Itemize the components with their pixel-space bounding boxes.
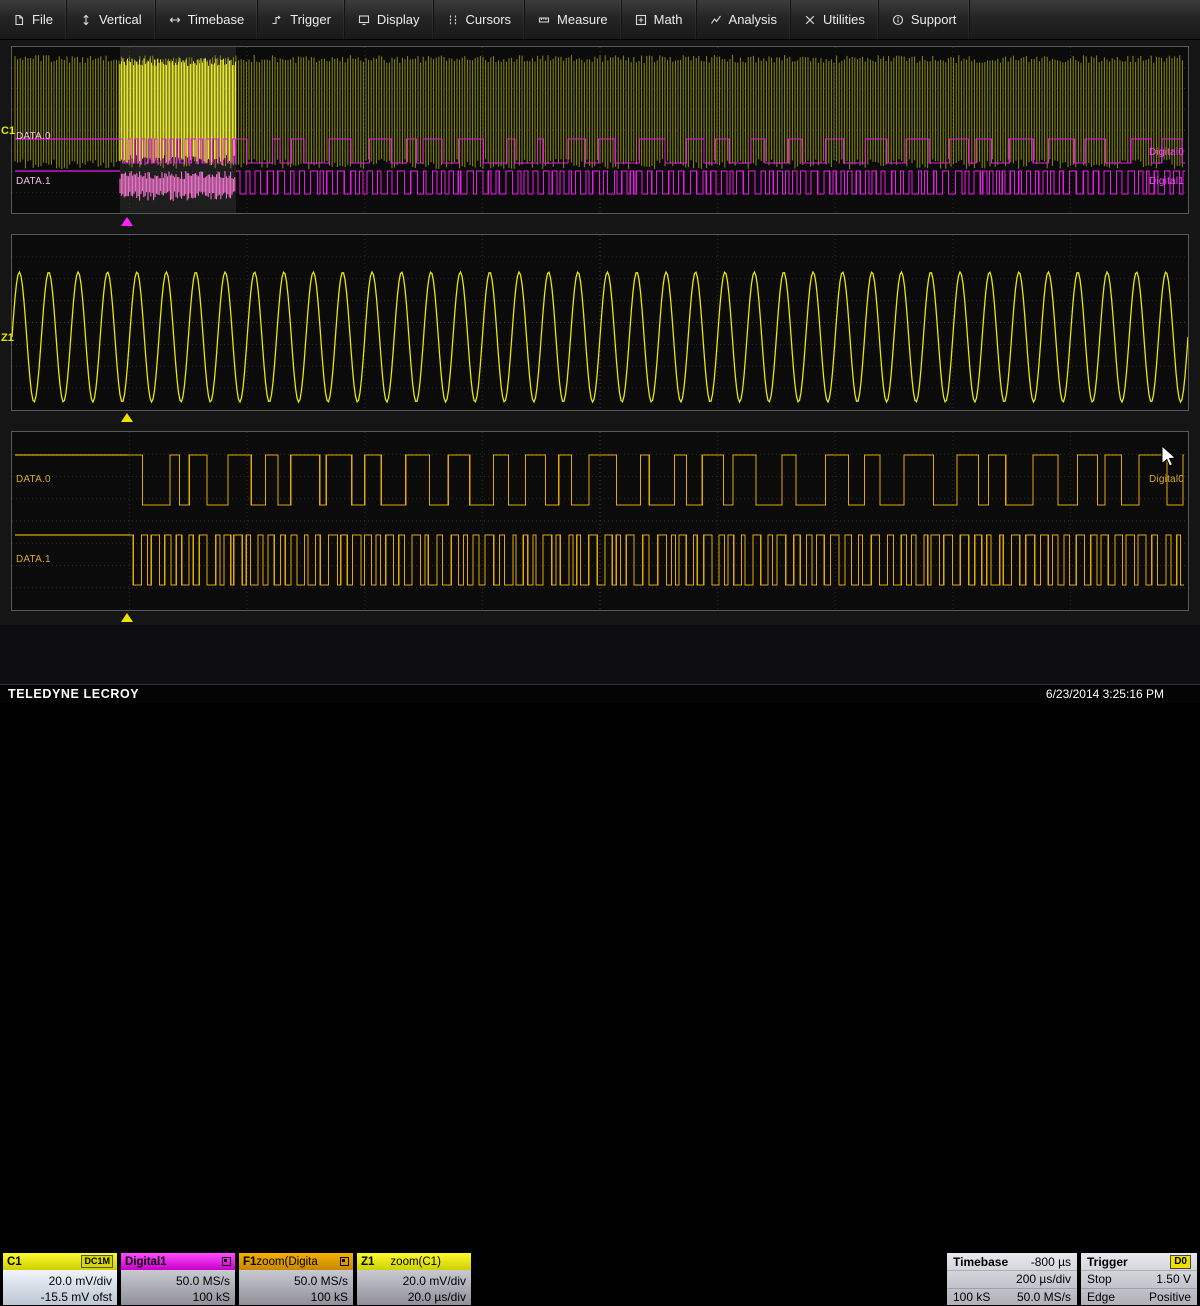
zoom-source-icon	[340, 1257, 349, 1266]
menu-cursors[interactable]: Cursors	[434, 0, 526, 39]
menu-label: Vertical	[98, 12, 142, 27]
f1-rate: 50.0 MS/s	[293, 1274, 348, 1288]
trigger-mode: Stop	[1087, 1272, 1112, 1287]
menu-analysis[interactable]: Analysis	[697, 0, 791, 39]
z1-descriptor[interactable]: Z1 zoom(C1) 20.0 mV/div 20.0 µs/div	[356, 1252, 472, 1306]
c1-vdiv: 20.0 mV/div	[48, 1274, 112, 1288]
menu-label: Trigger	[290, 12, 331, 27]
trigger-position-marker[interactable]	[121, 217, 133, 226]
trigger-source-badge: D0	[1170, 1254, 1191, 1269]
trigger-icon	[271, 14, 283, 26]
f1-samples: 100 kS	[310, 1290, 348, 1304]
cursors-icon	[447, 14, 459, 26]
digital0-label: Digital0	[1149, 147, 1184, 158]
c1-offset: -15.5 mV ofst	[40, 1290, 112, 1304]
menu-display[interactable]: Display	[345, 0, 434, 39]
c1-and-digital-waveforms	[12, 47, 1188, 213]
digital1-rate: 50.0 MS/s	[175, 1274, 230, 1288]
c1-channel-marker[interactable]: C1	[1, 125, 15, 137]
menu-bar: File Vertical Timebase Trigger Display C…	[0, 0, 1200, 40]
menu-timebase[interactable]: Timebase	[156, 0, 259, 39]
data1-label: DATA.1	[16, 176, 51, 187]
descriptor-strip: C1 DC1M 20.0 mV/div -15.5 mV ofst Digita…	[0, 625, 1200, 1306]
trigger-type: Edge	[1087, 1289, 1116, 1304]
math-icon	[635, 14, 647, 26]
z1-title: Z1	[361, 1255, 375, 1268]
timebase-title: Timebase	[953, 1254, 1009, 1269]
measure-icon	[538, 14, 550, 26]
timebase-samples: 100 kS	[953, 1289, 991, 1304]
digital0-label: Digital0	[1149, 474, 1184, 485]
f1-title-suffix: zoom(Digita	[256, 1255, 318, 1268]
trigger-slope: Positive	[1148, 1289, 1191, 1304]
digital1-label: Digital1	[1149, 176, 1184, 187]
menu-measure[interactable]: Measure	[525, 0, 622, 39]
digital1-title: Digital1	[125, 1255, 167, 1268]
menu-label: Math	[653, 12, 683, 27]
data1-label: DATA.1	[16, 554, 51, 565]
menu-utilities[interactable]: Utilities	[791, 0, 879, 39]
datetime-display: 6/23/2014 3:25:16 PM	[1045, 687, 1164, 701]
teledyne-lecroy-logo: TELEDYNE LECROY	[8, 687, 140, 701]
menu-trigger[interactable]: Trigger	[258, 0, 345, 39]
z1-tdiv: 20.0 µs/div	[407, 1290, 466, 1304]
menu-label: File	[32, 12, 53, 27]
utilities-icon	[804, 14, 816, 26]
data0-label: DATA.0	[16, 474, 51, 485]
waveform-grid-zoom-digital[interactable]: DATA.0 Digital0 DATA.1	[11, 431, 1189, 611]
menu-file[interactable]: File	[0, 0, 67, 39]
c1-coupling-badge: DC1M	[81, 1255, 113, 1268]
f1-title: F1	[243, 1255, 257, 1268]
digital1-descriptor[interactable]: Digital1 50.0 MS/s 100 kS	[120, 1252, 236, 1306]
f1-zoom-position-marker[interactable]	[121, 613, 133, 622]
f1-descriptor[interactable]: F1 zoom(Digita 50.0 MS/s 100 kS	[238, 1252, 354, 1306]
analysis-icon	[710, 14, 722, 26]
file-icon	[13, 14, 25, 26]
c1-descriptor[interactable]: C1 DC1M 20.0 mV/div -15.5 mV ofst	[2, 1252, 118, 1306]
status-bar: TELEDYNE LECROY 6/23/2014 3:25:16 PM	[0, 684, 1200, 703]
waveform-grid-main[interactable]: DATA.0 Digital0 DATA.1 Digital1	[11, 46, 1189, 214]
menu-label: Analysis	[728, 12, 777, 27]
menu-label: Utilities	[822, 12, 865, 27]
trigger-level: 1.50 V	[1156, 1272, 1191, 1287]
menu-label: Measure	[557, 12, 608, 27]
digital1-samples: 100 kS	[192, 1290, 230, 1304]
menu-math[interactable]: Math	[622, 0, 697, 39]
trigger-title: Trigger	[1087, 1254, 1128, 1269]
digital-group-icon	[222, 1257, 231, 1266]
z1-zoom-position-marker[interactable]	[121, 413, 133, 422]
f1-digital-waveforms	[12, 432, 1188, 610]
display-icon	[358, 14, 370, 26]
data0-label: DATA.0	[16, 131, 51, 142]
waveform-grid-zoom-analog[interactable]	[11, 234, 1189, 411]
z1-channel-marker[interactable]: Z1	[1, 332, 14, 344]
timebase-tdiv: 200 µs/div	[1016, 1272, 1071, 1287]
vertical-icon	[80, 14, 92, 26]
timebase-descriptor[interactable]: Timebase -800 µs 200 µs/div 100 kS 50.0 …	[946, 1252, 1078, 1306]
z1-sine-waveform	[12, 235, 1188, 410]
z1-title-suffix: zoom(C1)	[390, 1255, 441, 1268]
scope-display: DATA.0 Digital0 DATA.1 Digital1 DATA.0 D…	[0, 40, 1200, 625]
menu-label: Support	[910, 12, 957, 27]
mouse-cursor	[1160, 444, 1178, 474]
trigger-descriptor[interactable]: Trigger D0 Stop 1.50 V Edge Positive	[1080, 1252, 1198, 1306]
support-icon	[892, 14, 904, 26]
menu-label: Display	[376, 12, 420, 27]
menu-vertical[interactable]: Vertical	[67, 0, 156, 39]
menu-support[interactable]: Support	[879, 0, 971, 39]
z1-vdiv: 20.0 mV/div	[402, 1274, 466, 1288]
timebase-offset: -800 µs	[1030, 1254, 1071, 1269]
menu-label: Cursors	[465, 12, 512, 27]
c1-title: C1	[7, 1255, 22, 1268]
timebase-rate: 50.0 MS/s	[1016, 1289, 1071, 1304]
menu-label: Timebase	[187, 12, 245, 27]
oscilloscope-app: File Vertical Timebase Trigger Display C…	[0, 0, 1200, 1306]
timebase-icon	[169, 14, 181, 26]
